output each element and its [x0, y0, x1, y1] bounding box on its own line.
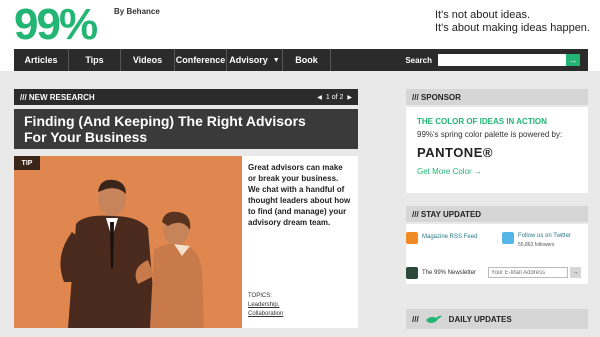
topic-link-leadership[interactable]: Leadership,: [248, 302, 279, 308]
sponsor-headline[interactable]: THE COLOR OF IDEAS IN ACTION: [417, 117, 547, 126]
nav-label: Conference: [175, 55, 226, 65]
rss-feed-link[interactable]: Magazine RSS Feed: [422, 234, 477, 240]
chevron-down-icon: ▼: [272, 56, 280, 64]
stay-updated-box: Magazine RSS Feed Follow us on Twitter 5…: [406, 224, 588, 284]
nav-search: Search →: [405, 49, 588, 71]
featured-article: /// NEW RESEARCH ◀ 1 of 2 ▶ Finding (And…: [14, 89, 358, 329]
newsletter-icon: [406, 267, 418, 279]
newsletter-submit-button[interactable]: →: [570, 267, 581, 278]
topic-link-collaboration[interactable]: Collaboration: [248, 311, 283, 317]
topics-label: TOPICS:: [248, 293, 272, 299]
twitter-follow-link[interactable]: Follow us on Twitter: [518, 233, 571, 239]
pager-text: 1 of 2: [325, 93, 344, 101]
nav-item-articles[interactable]: Articles: [14, 49, 69, 71]
search-label: Search: [405, 55, 432, 65]
sponsor-subtext: 99%'s spring color palette is powered by…: [417, 130, 563, 139]
search-submit-button[interactable]: →: [566, 54, 580, 66]
nav-item-videos[interactable]: Videos: [121, 49, 175, 71]
nav-label: Advisory: [229, 55, 268, 65]
newsletter-label: The 99% Newsletter: [422, 270, 477, 276]
section-title: /// NEW RESEARCH: [20, 92, 95, 102]
advisors-illustration: [14, 156, 242, 328]
bird-icon: [425, 315, 442, 323]
feature-title-box: Finding (And Keeping) The Right Advisors…: [14, 109, 358, 149]
byline[interactable]: By Behance: [114, 7, 160, 16]
feature-title[interactable]: Finding (And Keeping) The Right Advisors…: [24, 113, 324, 145]
nav-item-book[interactable]: Book: [283, 49, 331, 71]
pantone-logo[interactable]: PANTONE®: [417, 145, 493, 160]
nav-label: Videos: [132, 55, 163, 65]
nav-label: Tips: [85, 55, 104, 65]
tip-badge: TIP: [14, 156, 40, 170]
section-header-new-research: /// NEW RESEARCH ◀ 1 of 2 ▶: [14, 89, 358, 105]
section-header-stay-updated: /// STAY UPDATED: [406, 206, 588, 222]
nav-item-tips[interactable]: Tips: [69, 49, 121, 71]
sidebar: /// SPONSOR THE COLOR OF IDEAS IN ACTION…: [406, 89, 588, 329]
section-header-sponsor: /// SPONSOR: [406, 89, 588, 105]
page: 99% By Behance It's not about ideas. It'…: [0, 0, 600, 337]
tagline-line-1: It's not about ideas.: [435, 9, 531, 21]
email-field[interactable]: [488, 267, 568, 278]
prev-arrow-icon[interactable]: ◀: [317, 94, 322, 101]
section-header-daily-updates: /// DAILY UPDATES: [406, 309, 588, 329]
get-more-color-link[interactable]: Get More Color →: [417, 167, 482, 176]
nav-label: Book: [295, 55, 318, 65]
section-title-prefix: ///: [412, 314, 419, 324]
rss-icon[interactable]: [406, 232, 418, 244]
feature-description: Great advisors can make or break your bu…: [248, 163, 351, 227]
feature-text-panel: Great advisors can make or break your bu…: [242, 156, 358, 328]
site-logo[interactable]: 99%: [14, 3, 98, 47]
pager: ◀ 1 of 2 ▶: [317, 89, 352, 105]
section-title: DAILY UPDATES: [448, 314, 512, 324]
section-title: /// SPONSOR: [412, 92, 461, 102]
twitter-icon[interactable]: [502, 232, 514, 244]
nav-label: Articles: [24, 55, 58, 65]
next-arrow-icon[interactable]: ▶: [347, 94, 352, 101]
feature-illustration[interactable]: TIP: [14, 156, 242, 328]
tagline-line-2: It's about making ideas happen.: [435, 22, 590, 34]
search-input[interactable]: [438, 54, 566, 66]
tagline: It's not about ideas. It's about making …: [435, 9, 590, 35]
nav-item-conference[interactable]: Conference: [175, 49, 227, 71]
site-header: 99% By Behance It's not about ideas. It'…: [0, 0, 600, 48]
nav-item-advisory[interactable]: Advisory ▼: [227, 49, 283, 71]
twitter-follower-count: 55,863 followers: [518, 242, 555, 248]
sponsor-box: THE COLOR OF IDEAS IN ACTION 99%'s sprin…: [406, 107, 588, 193]
main-nav: Articles Tips Videos Conference Advisory…: [14, 49, 588, 71]
section-title: /// STAY UPDATED: [412, 209, 482, 219]
